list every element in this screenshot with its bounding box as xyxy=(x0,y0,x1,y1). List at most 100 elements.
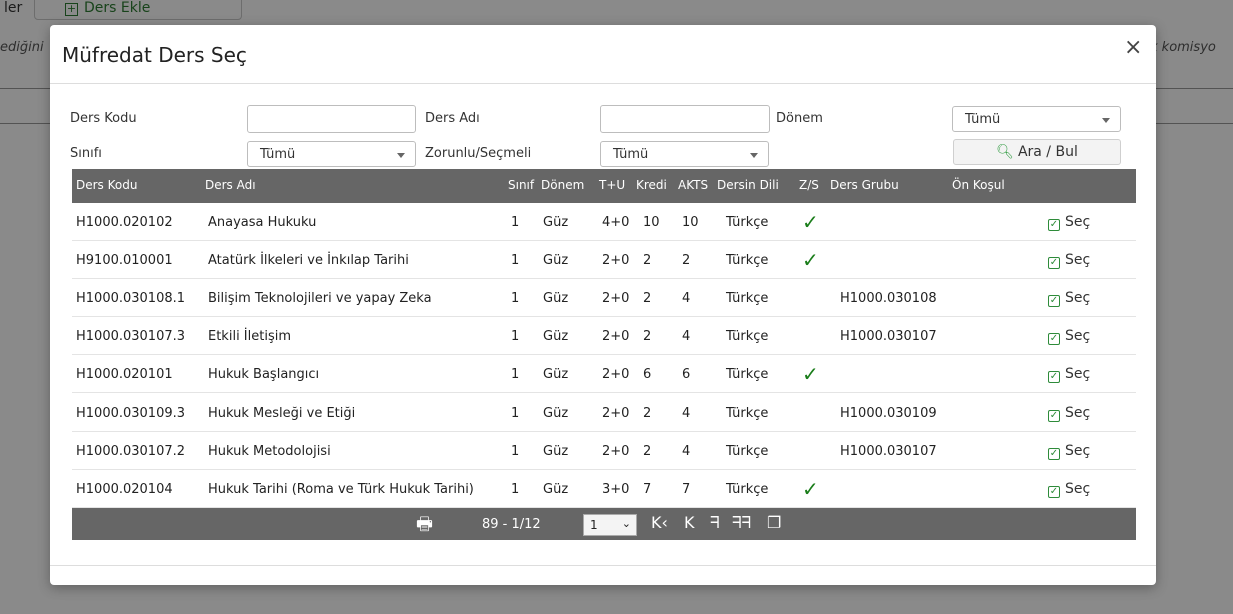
class-select[interactable]: Tümü xyxy=(247,141,416,167)
page-info: 89 - 1/12 xyxy=(482,517,541,532)
cell-course-name: Hukuk Tarihi (Roma ve Türk Hukuk Tarihi) xyxy=(208,481,474,497)
checkmark-icon: ✓ xyxy=(802,248,819,273)
cell-course-name: Atatürk İlkeleri ve İnkılap Tarihi xyxy=(208,253,409,269)
table-row: H1000.030109.3 Hukuk Mesleği ve Etiği 1 Güz… xyxy=(72,393,1136,432)
col-header-tu: T+U xyxy=(599,178,626,192)
cell-semester: Güz xyxy=(543,481,569,497)
dialog-title: Müfredat Ders Seç xyxy=(62,43,247,67)
select-course-button[interactable]: ✓ Seç xyxy=(1048,481,1090,498)
header-divider xyxy=(50,83,1156,84)
checkbox-icon: ✓ xyxy=(1048,409,1060,422)
page-select[interactable]: 1 ⌄ xyxy=(583,514,637,536)
col-header-course-name: Ders Adı xyxy=(205,178,256,192)
select-course-label: Seç xyxy=(1065,290,1091,307)
col-header-class: Sınıf xyxy=(508,178,535,192)
cell-language: Türkçe xyxy=(726,405,769,421)
checkmark-icon: ✓ xyxy=(802,476,819,501)
cell-course-code: H1000.030107.3 xyxy=(76,329,186,345)
cell-language: Türkçe xyxy=(726,443,769,459)
cell-class: 1 xyxy=(511,329,520,345)
checkbox-icon: ✓ xyxy=(1048,371,1060,384)
col-header-prerequisite: Ön Koşul xyxy=(952,178,1005,192)
table-row: H1000.020104 Hukuk Tarihi (Roma ve Türk H… xyxy=(72,469,1136,508)
cell-language: Türkçe xyxy=(726,367,769,383)
cell-language: Türkçe xyxy=(726,215,769,230)
semester-select-value: Tümü xyxy=(965,112,1001,127)
col-header-semester: Dönem xyxy=(541,178,585,192)
cell-credit: 7 xyxy=(643,481,652,497)
cell-tu: 2+0 xyxy=(602,405,630,421)
class-label: Sınıfı xyxy=(70,146,102,161)
checkmark-icon: ✓ xyxy=(802,362,819,387)
cell-class: 1 xyxy=(511,443,520,459)
semester-select[interactable]: Tümü xyxy=(952,106,1121,132)
cell-course-code: H1000.020101 xyxy=(76,367,173,383)
compulsory-elective-select[interactable]: Tümü xyxy=(600,141,769,167)
select-course-label: Seç xyxy=(1065,214,1091,230)
checkbox-icon: ✓ xyxy=(1048,295,1060,308)
next-page-icon[interactable]: ᖷ xyxy=(710,513,719,533)
table-row: H1000.030108.1 Bilişim Teknolojileri ve y… xyxy=(72,279,1136,318)
cell-ects: 4 xyxy=(682,291,691,307)
course-select-dialog: Müfredat Ders Seç × Ders Kodu Ders Adı D… xyxy=(50,25,1156,585)
select-course-label: Seç xyxy=(1065,366,1091,383)
col-header-course-group: Ders Grubu xyxy=(830,178,899,192)
course-code-label: Ders Kodu xyxy=(70,111,137,126)
checkbox-icon: ✓ xyxy=(1048,485,1060,498)
select-course-button[interactable]: ✓ Seç xyxy=(1048,405,1090,422)
cell-course-code: H1000.030109.3 xyxy=(76,405,186,421)
cell-language: Türkçe xyxy=(726,481,769,497)
table-pager: 🖶︎ 89 - 1/12 1 ⌄ K‹ K ᖷ ᖷᖷ ❐ xyxy=(72,508,1136,540)
select-course-button[interactable]: ✓ Seç xyxy=(1048,443,1090,460)
page-select-value: 1 xyxy=(590,518,598,532)
first-page-icon[interactable]: K‹ xyxy=(651,513,668,532)
cell-language: Türkçe xyxy=(726,329,769,345)
close-icon[interactable]: × xyxy=(1124,35,1142,60)
search-icon: 🔍︎ xyxy=(996,144,1014,160)
cell-course-name: Hukuk Başlangıcı xyxy=(208,367,320,383)
select-course-button[interactable]: ✓ Seç xyxy=(1048,290,1091,308)
col-header-zs: Z/S xyxy=(799,178,819,192)
search-button-label: Ara / Bul xyxy=(1017,144,1078,160)
select-course-button[interactable]: ✓ Seç xyxy=(1048,366,1091,384)
select-course-label: Seç xyxy=(1065,328,1091,345)
select-course-button[interactable]: ✓ Seç xyxy=(1048,328,1091,346)
cell-semester: Güz xyxy=(543,291,569,307)
compulsory-elective-label: Zorunlu/Seçmeli xyxy=(425,146,532,161)
select-course-label: Seç xyxy=(1065,252,1091,269)
cell-class: 1 xyxy=(511,215,520,230)
cell-ects: 4 xyxy=(682,405,691,421)
chevron-down-icon xyxy=(750,153,758,158)
select-course-label: Seç xyxy=(1065,480,1091,497)
cell-course-group: H1000.030107 xyxy=(840,443,937,459)
cell-class: 1 xyxy=(511,291,520,307)
prev-page-icon[interactable]: K xyxy=(684,513,695,532)
cell-course-name: Hukuk Mesleği ve Etiği xyxy=(208,405,356,421)
checkbox-icon: ✓ xyxy=(1048,257,1060,270)
cell-tu: 2+0 xyxy=(602,367,630,383)
cell-course-name: Anayasa Hukuku xyxy=(208,215,317,230)
cell-credit: 10 xyxy=(643,215,660,230)
cell-semester: Güz xyxy=(543,329,569,345)
course-name-input[interactable] xyxy=(600,105,770,133)
col-header-ects: AKTS xyxy=(678,178,709,192)
chevron-down-icon xyxy=(1102,118,1110,123)
cell-language: Türkçe xyxy=(726,291,769,307)
cell-credit: 2 xyxy=(643,291,652,307)
cell-course-name: Etkili İletişim xyxy=(208,329,292,345)
course-code-input[interactable] xyxy=(247,105,416,133)
semester-label: Dönem xyxy=(776,111,823,126)
copy-icon[interactable]: ❐ xyxy=(767,513,781,532)
cell-semester: Güz xyxy=(543,367,569,383)
cell-class: 1 xyxy=(511,405,520,421)
select-course-button[interactable]: ✓ Seç xyxy=(1048,214,1090,231)
cell-class: 1 xyxy=(511,367,520,383)
select-course-label: Seç xyxy=(1065,442,1091,459)
cell-ects: 10 xyxy=(682,215,699,230)
last-page-icon[interactable]: ᖷᖷ xyxy=(732,513,751,533)
cell-class: 1 xyxy=(511,253,520,269)
search-button[interactable]: 🔍︎ Ara / Bul xyxy=(953,139,1121,165)
select-course-button[interactable]: ✓ Seç xyxy=(1048,252,1091,270)
print-icon[interactable]: 🖶︎ xyxy=(416,512,433,542)
cell-tu: 2+0 xyxy=(602,329,630,345)
